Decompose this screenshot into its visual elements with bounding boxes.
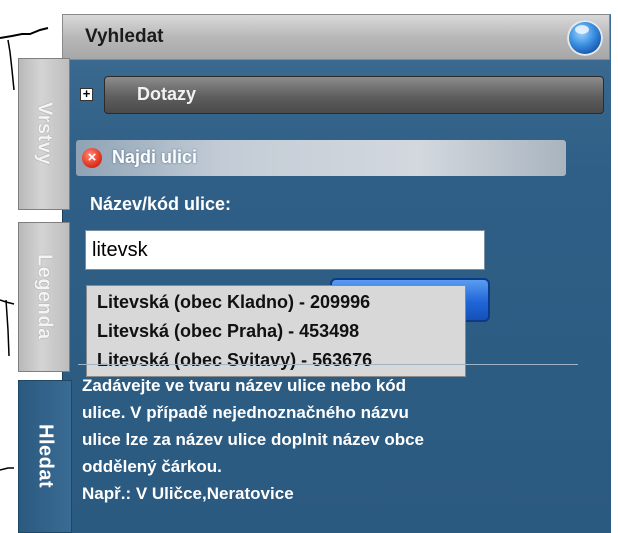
tab-hledat[interactable]: Hledat — [18, 380, 72, 533]
find-street-title: Najdi ulici — [112, 147, 198, 167]
help-text: Zadávejte ve tvaru název ulice nebo kód … — [82, 372, 582, 507]
globe-orb-icon[interactable] — [567, 20, 603, 56]
tab-legenda[interactable]: Legenda — [18, 222, 70, 372]
plus-icon[interactable]: + — [80, 87, 93, 101]
street-input[interactable] — [85, 230, 485, 270]
autocomplete-item[interactable]: Litevská (obec Kladno) - 209996 — [87, 288, 465, 317]
autocomplete-item[interactable]: Litevská (obec Svitavy) - 563676 — [87, 346, 465, 375]
help-line: Zadávejte ve tvaru název ulice nebo kód — [82, 376, 407, 395]
help-line: oddělený čárkou. — [82, 457, 222, 476]
queries-label: Dotazy — [137, 84, 197, 104]
help-example: Např.: V Uličce,Neratovice — [82, 484, 294, 503]
tab-vrstvy[interactable]: Vrstvy — [18, 58, 70, 210]
panel-header: Vyhledat — [62, 14, 610, 60]
panel-title: Vyhledat — [85, 26, 164, 47]
divider — [78, 364, 578, 365]
help-line: ulice lze za název ulice doplnit název o… — [82, 430, 424, 449]
street-field-label: Název/kód ulice: — [90, 194, 232, 214]
help-line: ulice. V případě nejednoznačného názvu — [82, 403, 409, 422]
tab-label: Hledat — [34, 424, 57, 489]
tab-label: Vrstvy — [33, 102, 56, 166]
tab-label: Legenda — [33, 254, 56, 340]
queries-bar[interactable]: Dotazy — [104, 76, 604, 114]
autocomplete-item[interactable]: Litevská (obec Praha) - 453498 — [87, 317, 465, 346]
find-street-header: × Najdi ulici — [76, 140, 566, 176]
close-icon[interactable]: × — [82, 148, 102, 168]
